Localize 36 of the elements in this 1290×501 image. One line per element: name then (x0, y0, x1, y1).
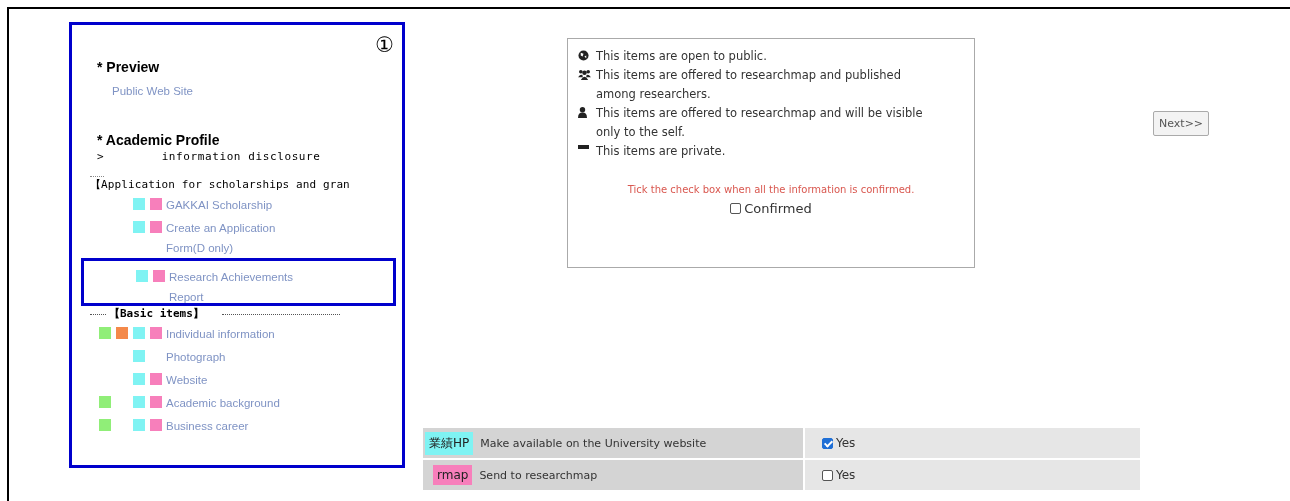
section-heading: * Preview (97, 59, 160, 75)
sidebar-link[interactable]: Website (166, 370, 208, 390)
sidebar-link[interactable]: GAKKAI Scholarship (166, 195, 273, 215)
next-button[interactable]: Next>> (1153, 111, 1210, 136)
sidebar-link[interactable]: Photograph (166, 347, 226, 367)
sidebar-link[interactable]: Create an Application Form(D only) (166, 218, 306, 258)
row-description: Send to researchmap (479, 468, 598, 482)
sidebar-link[interactable]: Research Achievements Report (169, 267, 309, 307)
legend-text: This items are open to public. (596, 48, 768, 65)
legend-text: This items are private. (596, 143, 727, 160)
user-icon (578, 107, 587, 118)
minus-icon (578, 145, 589, 149)
users-icon (578, 69, 591, 80)
row-description: Make available on the University website (480, 436, 707, 450)
legend-text: This items are offered to researchmap and will be visible only to the self. (596, 105, 924, 141)
yes-checkbox[interactable] (822, 469, 833, 481)
tag-badge: 業績HP (425, 431, 474, 455)
confirm-checkbox[interactable] (730, 203, 742, 214)
tag-badge: rmap (433, 465, 473, 485)
checkbox-label[interactable]: Yes (836, 468, 856, 482)
yes-checkbox[interactable] (822, 437, 833, 449)
group-heading: 【Basic items】 (109, 307, 204, 321)
toggle-label[interactable]: information disclosure (161, 150, 321, 164)
legend-text: This items are offered to researchmap and published among researchers. (596, 67, 902, 103)
sidebar-link[interactable]: Academic background (166, 393, 280, 413)
step-number: ① (375, 35, 394, 56)
chevron-icon[interactable]: > (97, 150, 104, 164)
sidebar-link[interactable]: Individual information (166, 324, 275, 344)
sidebar-link[interactable]: Business career (166, 416, 249, 436)
sidebar-link[interactable]: Public Web Site (112, 84, 193, 98)
group-heading: 【Application for scholarships and gran (90, 178, 350, 191)
confirm-label[interactable]: Confirmed (744, 201, 812, 216)
section-heading: * Academic Profile (97, 132, 220, 148)
notice-text: Tick the check box when all the information is confirmed. (627, 183, 915, 197)
checkbox-label[interactable]: Yes (836, 436, 856, 450)
globe-icon (578, 50, 589, 61)
